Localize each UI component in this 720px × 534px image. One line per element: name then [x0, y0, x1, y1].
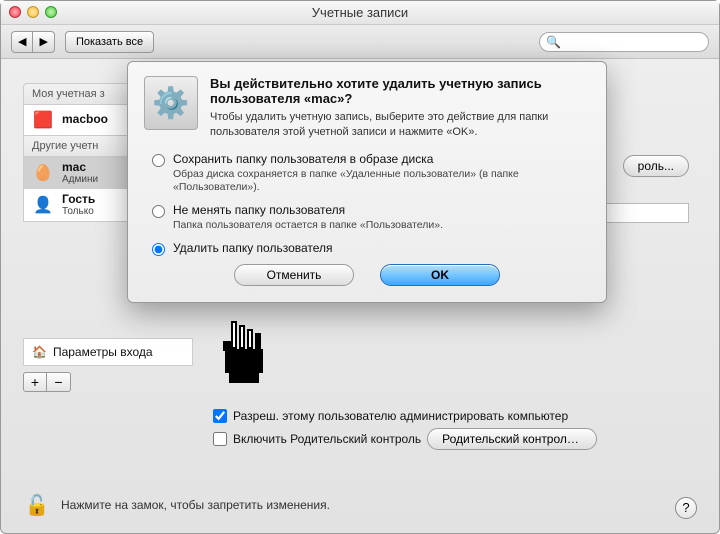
search-icon: 🔍	[546, 35, 561, 49]
ok-button[interactable]: OK	[380, 264, 500, 286]
radio-keep-folder[interactable]	[152, 205, 165, 218]
gear-icon: ⚙️	[144, 76, 198, 130]
parental-label: Включить Родительский контроль	[233, 432, 421, 446]
user-name: Гость	[62, 193, 95, 206]
allow-admin-checkbox[interactable]	[213, 409, 227, 423]
traffic-lights	[9, 6, 57, 18]
forward-button[interactable]: ▶	[33, 31, 54, 53]
login-options-label: Параметры входа	[53, 345, 153, 359]
nav-buttons: ◀ ▶	[11, 31, 55, 53]
obscured-button[interactable]: роль...	[623, 155, 689, 177]
option-delete-folder[interactable]: Удалить папку пользователя	[152, 241, 590, 256]
dialog-description: Чтобы удалить учетную запись, выберите э…	[210, 110, 590, 140]
option-label: Не менять папку пользователя	[173, 203, 443, 217]
user-avatar-icon: 🟥	[30, 109, 56, 131]
search-input[interactable]	[565, 36, 702, 48]
radio-delete-folder[interactable]	[152, 243, 165, 256]
minimize-icon[interactable]	[27, 6, 39, 18]
guest-silhouette-icon: 👤	[30, 194, 56, 216]
toolbar: ◀ ▶ Показать все 🔍	[1, 25, 719, 59]
radio-save-image[interactable]	[152, 154, 165, 167]
prefs-window: Учетные записи ◀ ▶ Показать все 🔍 Моя уч…	[0, 0, 720, 534]
allow-admin-label: Разреш. этому пользователю администриров…	[233, 409, 568, 423]
user-name: mac	[62, 161, 98, 174]
login-options-row[interactable]: 🏠 Параметры входа	[23, 338, 193, 366]
window-title: Учетные записи	[1, 1, 719, 25]
cancel-button[interactable]: Отменить	[234, 264, 354, 286]
dialog-title: Вы действительно хотите удалить учетную …	[210, 76, 590, 106]
zoom-icon[interactable]	[45, 6, 57, 18]
lock-row[interactable]: 🔓 Нажмите на замок, чтобы запретить изме…	[23, 491, 330, 519]
user-avatar-icon: 🥚	[30, 162, 56, 184]
add-user-button[interactable]: +	[23, 372, 47, 392]
option-save-disk-image[interactable]: Сохранить папку пользователя в образе ди…	[152, 152, 590, 195]
parental-controls-button[interactable]: Родительский контроль...	[427, 428, 597, 450]
lock-open-icon: 🔓	[23, 491, 51, 519]
house-icon: 🏠	[32, 345, 47, 359]
user-role: Админи	[62, 174, 98, 185]
option-sub: Образ диска сохраняется в папке «Удаленн…	[173, 168, 590, 195]
parental-checkbox[interactable]	[213, 432, 227, 446]
option-label: Удалить папку пользователя	[173, 241, 333, 255]
remove-user-button[interactable]: −	[47, 372, 71, 392]
delete-user-dialog: ⚙️ Вы действительно хотите удалить учетн…	[127, 61, 607, 303]
show-all-button[interactable]: Показать все	[65, 31, 154, 53]
option-sub: Папка пользователя остается в папке «Пол…	[173, 219, 443, 233]
user-name: macboo	[62, 113, 108, 126]
help-button[interactable]: ?	[675, 497, 697, 519]
add-remove-buttons: + −	[23, 372, 193, 392]
back-button[interactable]: ◀	[11, 31, 33, 53]
user-role: Только	[62, 206, 95, 217]
close-icon[interactable]	[9, 6, 21, 18]
titlebar: Учетные записи	[1, 1, 719, 25]
parental-row: Включить Родительский контроль Родительс…	[213, 428, 697, 450]
allow-admin-row[interactable]: Разреш. этому пользователю администриров…	[213, 409, 697, 423]
option-label: Сохранить папку пользователя в образе ди…	[173, 152, 590, 166]
option-keep-folder[interactable]: Не менять папку пользователя Папка польз…	[152, 203, 590, 233]
lock-text: Нажмите на замок, чтобы запретить измене…	[61, 498, 330, 512]
search-field[interactable]: 🔍	[539, 32, 709, 52]
